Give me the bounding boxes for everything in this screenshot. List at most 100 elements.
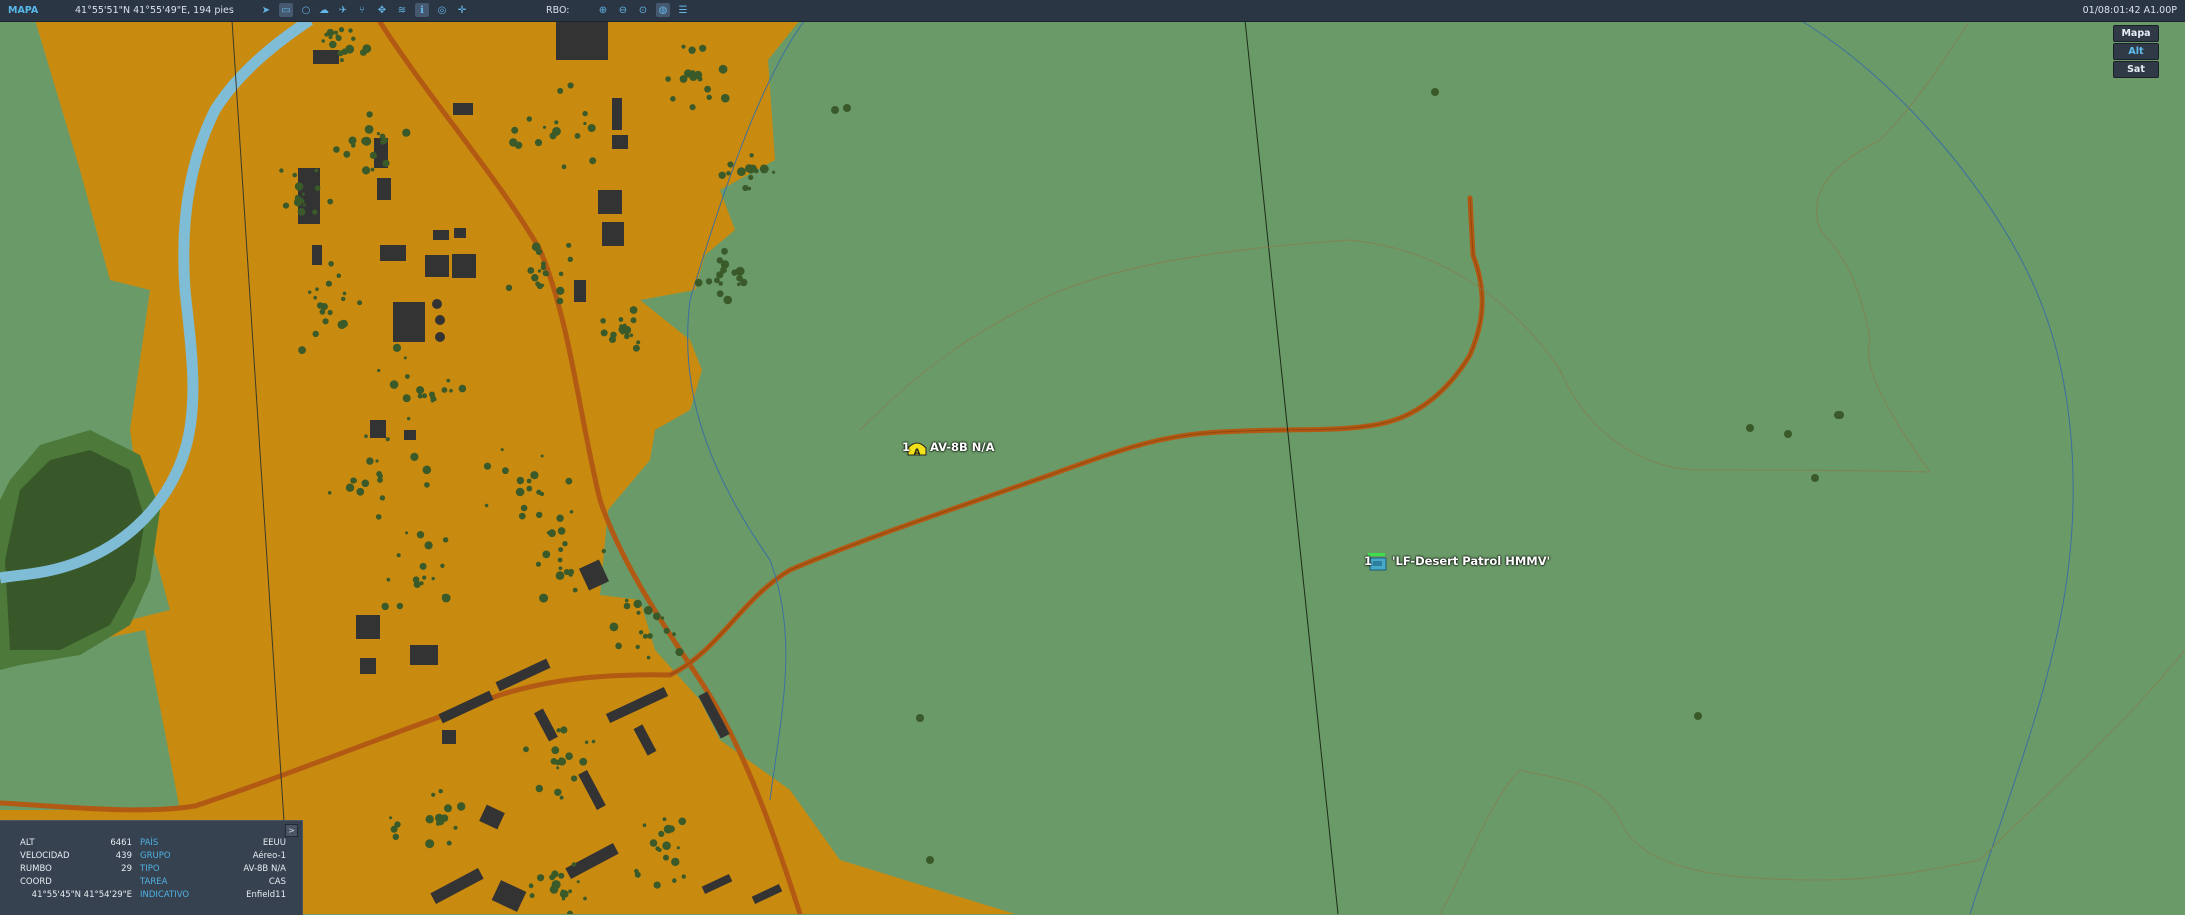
signal-icon[interactable]: ≋: [395, 3, 409, 17]
tree: [582, 110, 588, 117]
tree: [736, 282, 741, 287]
tree: [675, 648, 684, 657]
tree: [681, 44, 686, 49]
zoom-in-icon[interactable]: ⊕: [596, 3, 610, 17]
tree: [407, 416, 411, 421]
target-icon[interactable]: ✥: [375, 3, 389, 17]
tree: [438, 789, 443, 794]
tree: [1836, 411, 1844, 419]
tree: [649, 839, 658, 847]
tree: [638, 630, 644, 635]
unit-list-icon[interactable]: ▭: [279, 3, 293, 17]
info-icon[interactable]: ℹ: [415, 3, 429, 17]
tree: [336, 273, 342, 279]
tree: [483, 462, 492, 470]
tree: [689, 70, 696, 76]
tree: [672, 632, 676, 637]
tree: [326, 28, 335, 37]
info-coord-value: 41°55'45"N 41°54'29"E: [31, 890, 132, 900]
tree: [362, 51, 367, 56]
tree: [536, 511, 543, 519]
unit-label-av8b[interactable]: 1 AV-8B N/A: [902, 440, 994, 454]
tree: [740, 169, 744, 173]
tree: [662, 817, 667, 822]
tree: [537, 874, 545, 882]
tree: [381, 602, 389, 611]
tree: [519, 478, 523, 482]
map-type-sat-button[interactable]: Sat: [2113, 61, 2159, 78]
tree: [539, 593, 549, 603]
tree: [382, 159, 390, 167]
tree: [571, 775, 578, 782]
tree: [402, 394, 411, 403]
tree: [549, 874, 556, 881]
tree: [526, 116, 532, 122]
tree: [396, 553, 401, 558]
tree: [609, 336, 616, 343]
airfield-icon[interactable]: ✈: [336, 3, 350, 17]
tree: [600, 329, 608, 337]
zoom-reset-icon[interactable]: ⊙: [636, 3, 650, 17]
tree: [718, 171, 726, 179]
tree: [670, 96, 676, 102]
tree: [589, 157, 597, 165]
tree: [351, 143, 356, 148]
tree: [366, 457, 374, 465]
tree: [441, 593, 451, 603]
chat-icon[interactable]: ◎: [435, 3, 449, 17]
tree: [634, 871, 641, 878]
tree: [678, 817, 687, 826]
unit-name: AV-8B N/A: [930, 440, 995, 454]
tree: [339, 58, 344, 63]
layers-icon[interactable]: ☰: [676, 3, 690, 17]
tree: [916, 714, 924, 722]
tree: [370, 167, 375, 172]
crosshair-icon[interactable]: ✛: [455, 3, 469, 17]
map-type-alt-button[interactable]: Alt: [2113, 43, 2159, 60]
globe-icon[interactable]: ◍: [656, 3, 670, 17]
tree: [422, 393, 427, 399]
collapse-button[interactable]: >: [285, 824, 298, 837]
tree: [622, 325, 627, 330]
tree: [540, 454, 544, 458]
tree: [416, 531, 425, 539]
tree: [364, 124, 374, 134]
tree: [531, 242, 541, 252]
tree: [308, 290, 312, 294]
tree: [699, 44, 707, 52]
map-canvas[interactable]: A: [0, 0, 2185, 914]
tree: [298, 346, 306, 354]
tree: [315, 287, 319, 292]
zoom-out-icon[interactable]: ⊖: [616, 3, 630, 17]
tree: [351, 36, 356, 41]
tree: [396, 602, 404, 610]
unit-label-hmmv[interactable]: 1 'LF-Desert Patrol HMMV': [1364, 554, 1550, 568]
tree: [390, 825, 398, 833]
navigate-icon[interactable]: ➤: [259, 3, 273, 17]
map-type-mapa-button[interactable]: Mapa: [2113, 25, 2159, 42]
info-speed-value: 439: [115, 851, 132, 861]
tree: [526, 478, 532, 484]
tree: [531, 274, 539, 282]
mode-label[interactable]: MAPA: [8, 5, 38, 16]
tree: [348, 28, 353, 33]
tree: [379, 495, 386, 501]
tree: [565, 752, 573, 760]
tree: [341, 48, 348, 55]
tree: [623, 602, 631, 610]
tree: [376, 132, 380, 136]
tree: [431, 576, 435, 581]
tree: [312, 330, 319, 338]
tree: [342, 291, 347, 296]
tree: [403, 356, 407, 360]
tree: [689, 104, 696, 111]
tree: [425, 815, 434, 824]
weather-icon[interactable]: ☁: [317, 3, 331, 17]
branch-icon[interactable]: ⑂: [355, 3, 369, 17]
tree: [556, 286, 565, 295]
tree: [615, 642, 622, 650]
tree: [676, 846, 680, 850]
tree: [446, 840, 452, 846]
circle-tool-icon[interactable]: ○: [299, 3, 313, 17]
unit-info-panel: > ALT 6461 VELOCIDAD 439 RUMBO 29 COORD …: [0, 820, 303, 915]
